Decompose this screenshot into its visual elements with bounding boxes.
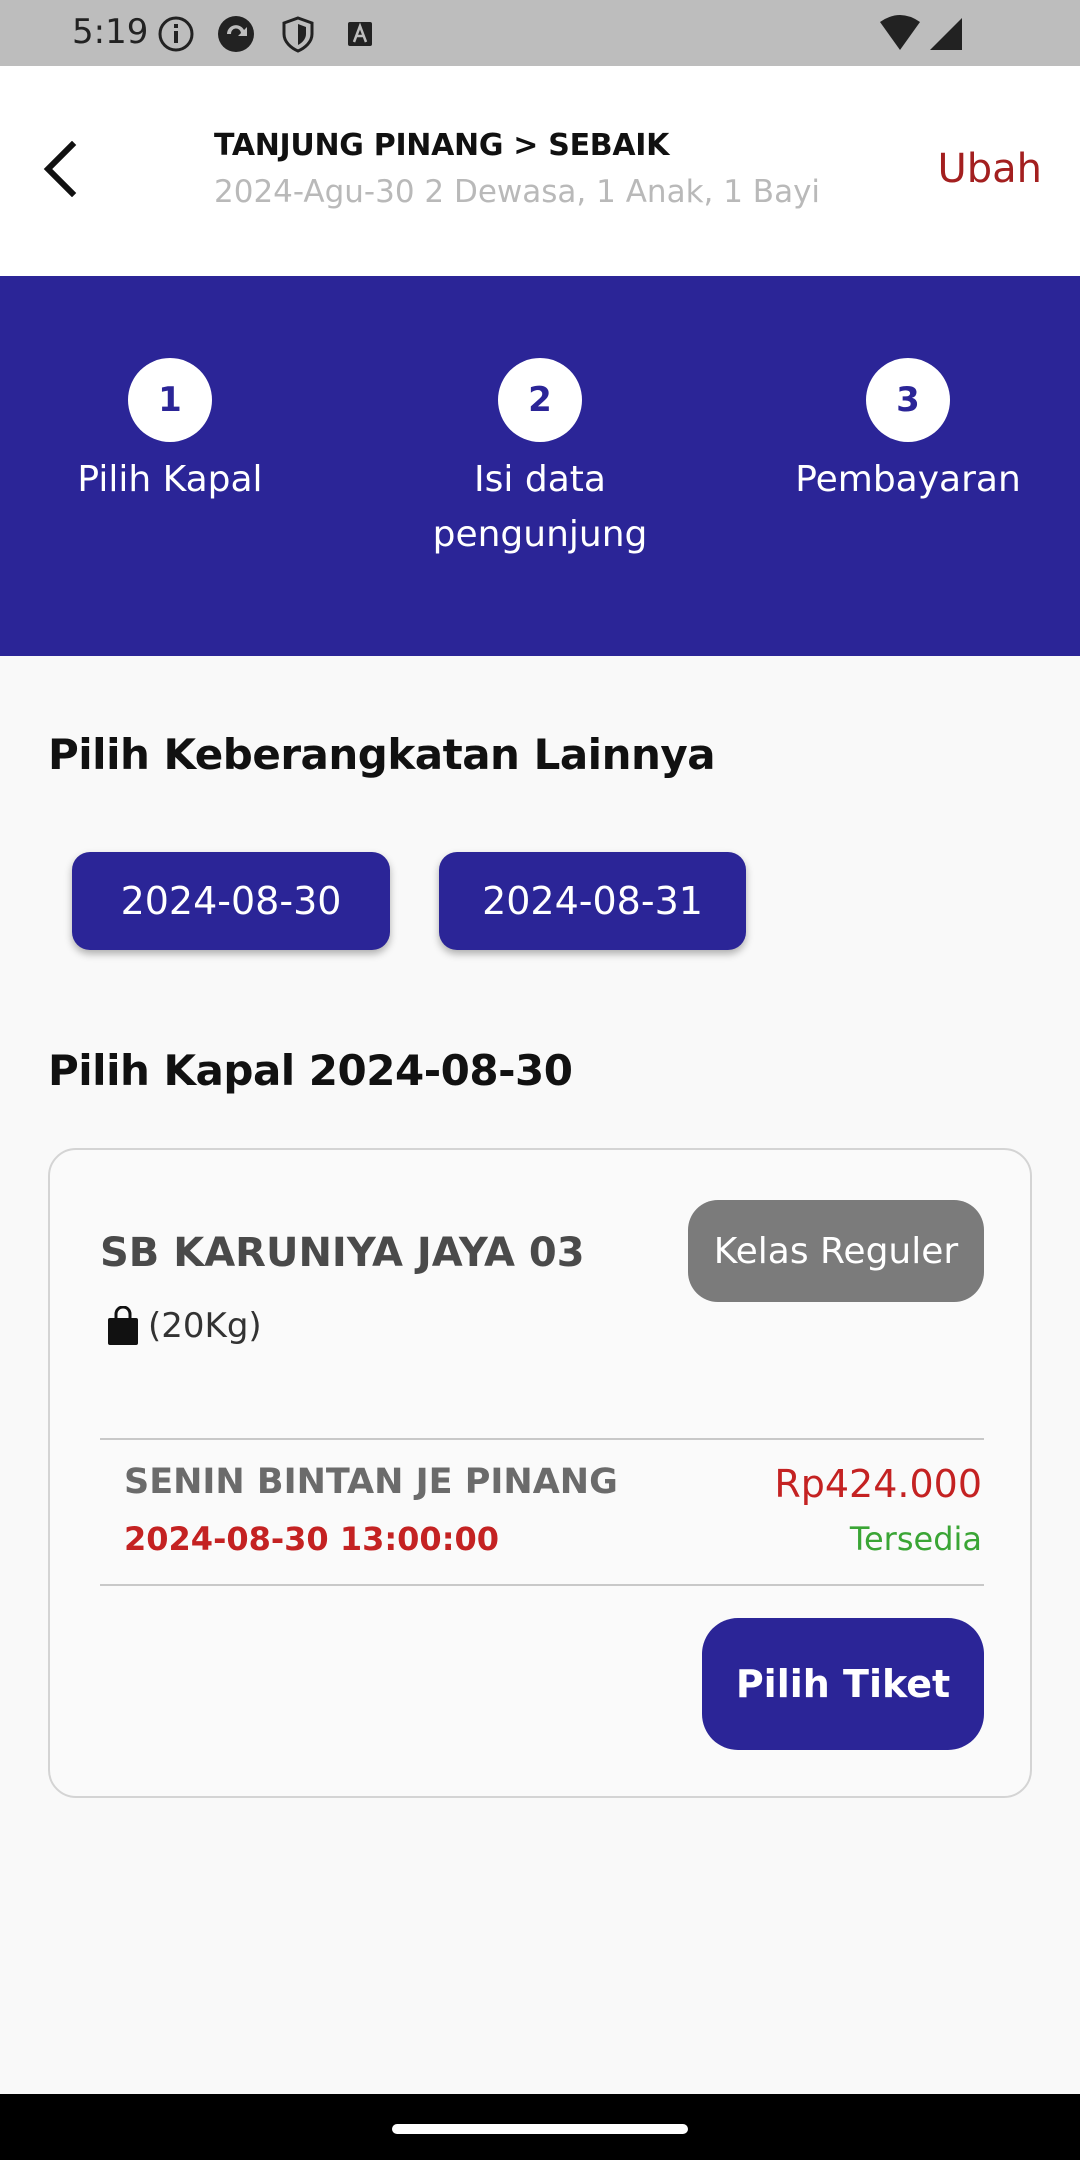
date-button-2024-08-31[interactable]: 2024-08-31	[439, 852, 746, 950]
step-visitor-data: 2 Isi data pengunjung	[390, 358, 690, 562]
home-indicator[interactable]	[392, 2124, 688, 2134]
select-ticket-button[interactable]: Pilih Tiket	[702, 1618, 984, 1750]
ticket-price: Rp424.000	[774, 1462, 982, 1506]
sync-app-icon	[218, 16, 254, 52]
voyage-route: SENIN BINTAN JE PINANG	[124, 1462, 618, 1502]
class-badge: Kelas Reguler	[688, 1200, 984, 1302]
wifi-icon	[880, 15, 920, 50]
status-bar: 5:19	[0, 0, 1080, 66]
font-app-icon	[348, 22, 372, 46]
ship-section-title: Pilih Kapal 2024-08-30	[48, 1046, 573, 1095]
availability-status: Tersedia	[849, 1520, 982, 1558]
edit-search-link[interactable]: Ubah	[937, 146, 1042, 192]
info-icon	[158, 16, 194, 52]
arrow-back-icon	[43, 141, 77, 197]
divider	[100, 1584, 984, 1586]
shopping-bag-icon	[108, 1306, 138, 1345]
trip-summary: 2024-Agu-30 2 Dewasa, 1 Anak, 1 Bayi	[214, 174, 821, 210]
divider	[100, 1438, 984, 1440]
system-nav-bar	[0, 2094, 1080, 2160]
step-number: 3	[866, 358, 950, 442]
route-title: TANJUNG PINANG > SEBAIK	[214, 128, 670, 163]
step-payment: 3 Pembayaran	[758, 358, 1058, 507]
step-choose-ship: 1 Pilih Kapal	[20, 358, 320, 507]
other-departures-title: Pilih Keberangkatan Lainnya	[48, 730, 716, 779]
baggage-allowance: (20Kg)	[106, 1306, 262, 1346]
booking-steps: 1 Pilih Kapal 2 Isi data pengunjung 3 Pe…	[0, 276, 1080, 656]
status-time: 5:19	[72, 12, 149, 52]
baggage-text: (20Kg)	[148, 1306, 262, 1346]
date-button-2024-08-30[interactable]: 2024-08-30	[72, 852, 390, 950]
step-number: 1	[128, 358, 212, 442]
step-label: Pilih Kapal	[77, 459, 263, 500]
step-label: Isi data pengunjung	[432, 459, 648, 555]
step-label: Pembayaran	[795, 459, 1021, 500]
ship-name: SB KARUNIYA JAYA 03	[100, 1230, 585, 1276]
back-button[interactable]	[34, 136, 86, 202]
step-number: 2	[498, 358, 582, 442]
departure-time: 2024-08-30 13:00:00	[124, 1520, 500, 1558]
shield-icon	[282, 16, 314, 53]
cell-signal-icon	[930, 18, 962, 50]
ship-card: SB KARUNIYA JAYA 03 Kelas Reguler (20Kg)…	[48, 1148, 1032, 1798]
app-header: TANJUNG PINANG > SEBAIK 2024-Agu-30 2 De…	[0, 66, 1080, 276]
